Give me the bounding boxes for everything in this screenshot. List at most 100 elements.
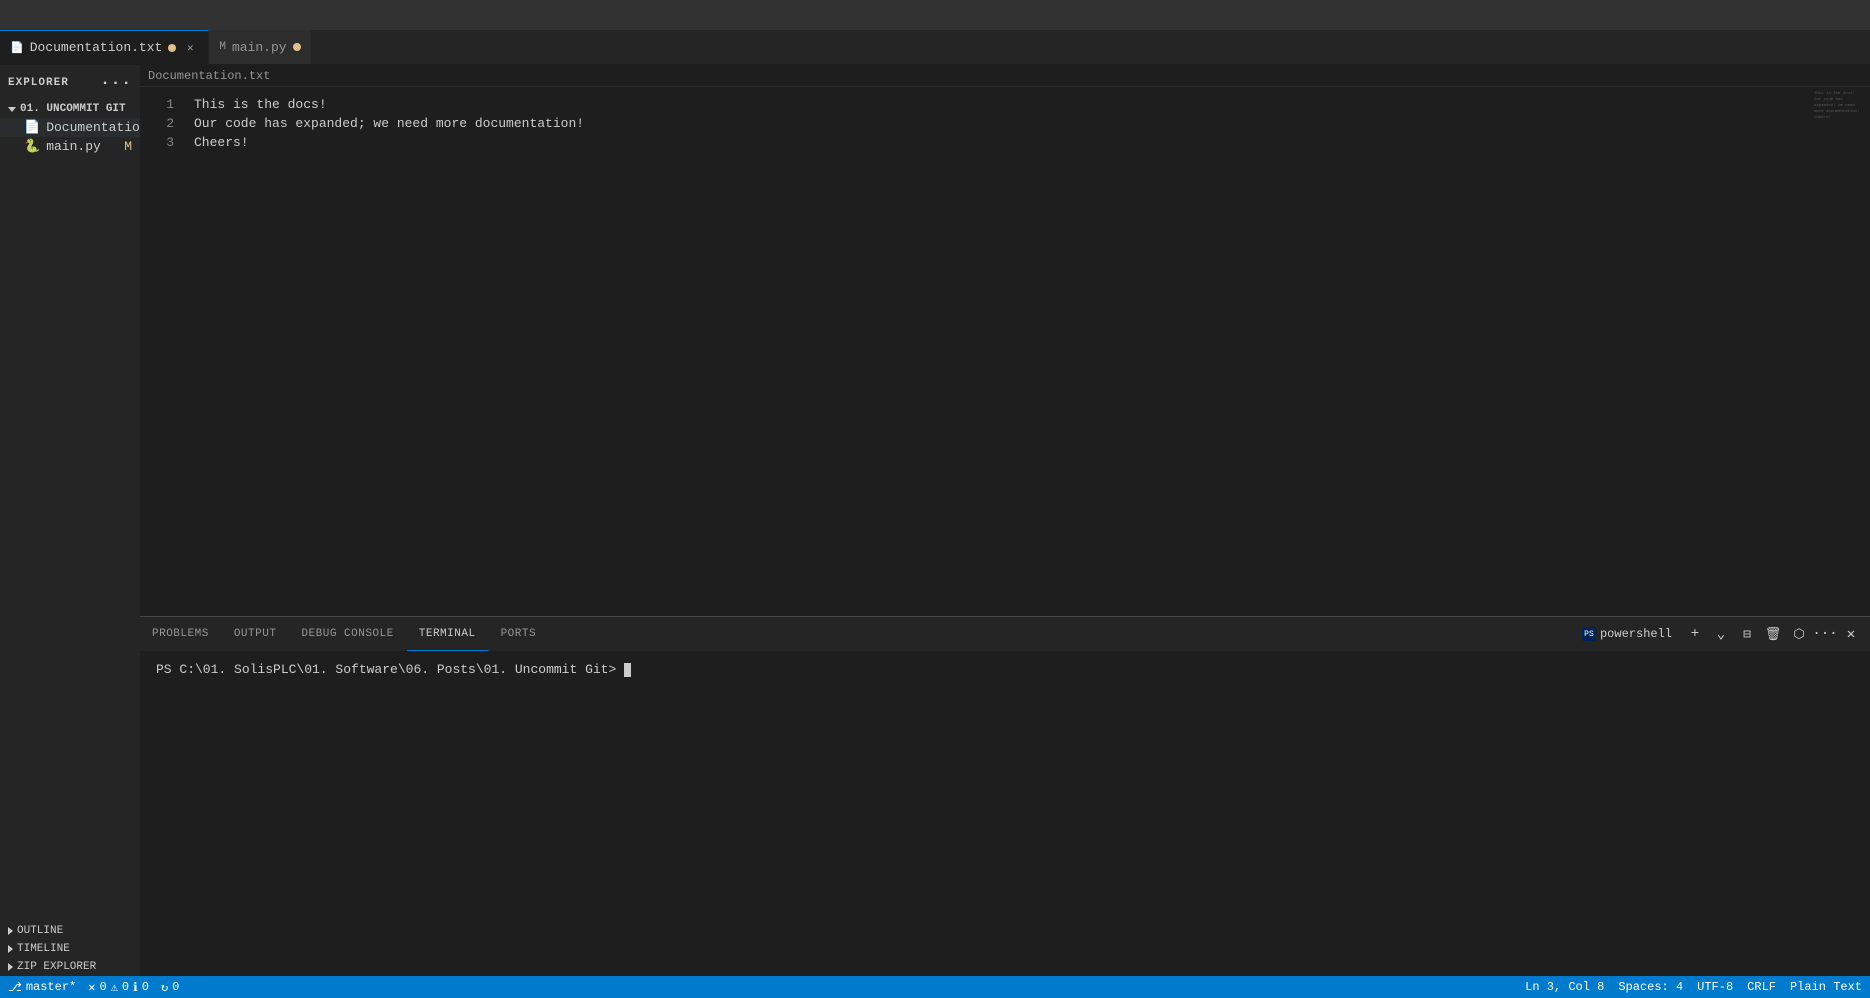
code-line-1: This is the docs! xyxy=(190,95,1810,114)
line-number-1: 1 xyxy=(140,95,174,114)
line-number-3: 3 xyxy=(140,133,174,152)
powershell-icon: PS xyxy=(1582,627,1596,641)
sidebar-title: Explorer xyxy=(8,77,69,89)
tab-close-documentation[interactable]: ✕ xyxy=(182,40,198,56)
file-icon-main-sidebar: 🐍 xyxy=(24,139,40,154)
panel-tabs-row: PROBLEMS OUTPUT DEBUG CONSOLE TERMINAL P… xyxy=(140,617,1870,652)
branch-name: master* xyxy=(26,980,76,994)
tabs-row: 📄 Documentation.txt ✕ M main.py xyxy=(0,30,1870,65)
language-text: Plain Text xyxy=(1790,980,1862,994)
split-terminal-icon[interactable]: ⊟ xyxy=(1736,623,1758,645)
branch-icon: ⎇ xyxy=(8,980,22,995)
code-content[interactable]: This is the docs! Our code has expanded;… xyxy=(190,87,1810,616)
panel-tab-debug-console[interactable]: DEBUG CONSOLE xyxy=(289,617,406,651)
panel-tab-output-label: OUTPUT xyxy=(234,628,277,640)
chevron-down-icon xyxy=(8,107,16,112)
title-bar xyxy=(0,0,1870,30)
terminal-dropdown-icon[interactable]: ⌄ xyxy=(1710,623,1732,645)
sidebar-header: Explorer ··· xyxy=(0,65,140,100)
panel-tab-terminal[interactable]: TERMINAL xyxy=(407,617,489,651)
warning-count: 0 xyxy=(122,980,129,994)
panel-tab-problems[interactable]: PROBLEMS xyxy=(140,617,222,651)
chevron-right-icon-timeline xyxy=(8,945,13,953)
main-area: Explorer ··· 01. UNCOMMIT GIT 📄 Document… xyxy=(0,65,1870,976)
error-icon: ✕ xyxy=(88,980,95,995)
file-icon-main: M xyxy=(219,41,226,53)
modified-indicator-main xyxy=(293,43,301,51)
breadcrumb-text: Documentation.txt xyxy=(148,69,270,83)
line-ending-text: CRLF xyxy=(1747,980,1776,994)
sidebar-file-main[interactable]: 🐍 main.py M xyxy=(0,137,140,156)
status-left: ⎇ master* ✕ 0 ⚠ 0 ℹ 0 ↻ 0 xyxy=(8,980,179,995)
code-line-3: Cheers! xyxy=(190,133,1810,152)
file-name-main: main.py xyxy=(46,139,101,154)
status-branch[interactable]: ⎇ master* xyxy=(8,980,76,995)
panel-tab-output[interactable]: OUTPUT xyxy=(222,617,290,651)
timeline-label: TIMELINE xyxy=(17,943,70,955)
status-right: Ln 3, Col 8 Spaces: 4 UTF-8 CRLF Plain T… xyxy=(1525,980,1862,994)
sidebar-section-git: 01. UNCOMMIT GIT 📄 Documentation... M 🐍 … xyxy=(0,100,140,156)
line-col-text: Ln 3, Col 8 xyxy=(1525,980,1604,994)
panel-tab-debug-label: DEBUG CONSOLE xyxy=(301,628,393,640)
sidebar-bottom: OUTLINE TIMELINE ZIP EXPLORER xyxy=(0,922,140,976)
sidebar-file-documentation[interactable]: 📄 Documentation... M xyxy=(0,118,140,137)
panel-tab-problems-label: PROBLEMS xyxy=(152,628,209,640)
close-panel-icon[interactable]: ✕ xyxy=(1840,623,1862,645)
terminal-cursor xyxy=(624,663,631,677)
sidebar-outline[interactable]: OUTLINE xyxy=(0,922,140,940)
editor-container: Documentation.txt 1 2 3 This is the docs… xyxy=(140,65,1870,976)
status-line-ending[interactable]: CRLF xyxy=(1747,980,1776,994)
sidebar-zip-explorer[interactable]: ZIP EXPLORER xyxy=(0,958,140,976)
terminal-content[interactable]: PS C:\01. SolisPLC\01. Software\06. Post… xyxy=(140,652,1870,976)
breadcrumb: Documentation.txt xyxy=(140,65,1870,87)
status-remote[interactable]: ↻ 0 xyxy=(161,980,179,995)
shell-name: powershell xyxy=(1600,627,1672,641)
panel-actions: PS powershell + ⌄ ⊟ 🗑 ⬡ ··· ✕ xyxy=(1574,617,1870,651)
trash-terminal-icon[interactable]: 🗑 xyxy=(1762,623,1784,645)
status-encoding[interactable]: UTF-8 xyxy=(1697,980,1733,994)
line-number-2: 2 xyxy=(140,114,174,133)
sidebar-header-actions: ··· xyxy=(100,74,132,92)
error-count: 0 xyxy=(99,980,106,994)
line-numbers: 1 2 3 xyxy=(140,87,190,616)
warning-icon: ⚠ xyxy=(111,980,118,995)
chevron-right-icon-outline xyxy=(8,927,13,935)
status-line-col[interactable]: Ln 3, Col 8 xyxy=(1525,980,1604,994)
file-icon-doc: 📄 xyxy=(24,120,40,135)
minimap: This is the docs! Our code has expanded;… xyxy=(1810,87,1870,616)
panel-tab-ports-label: PORTS xyxy=(501,628,537,640)
add-terminal-icon[interactable]: + xyxy=(1684,623,1706,645)
maximize-panel-icon[interactable]: ⬡ xyxy=(1788,623,1810,645)
info-icon: ℹ xyxy=(133,980,138,995)
shell-label: PS powershell xyxy=(1574,627,1680,641)
file-modified-badge-main: M xyxy=(124,139,132,154)
code-line-2: Our code has expanded; we need more docu… xyxy=(190,114,1810,133)
encoding-text: UTF-8 xyxy=(1697,980,1733,994)
panel: PROBLEMS OUTPUT DEBUG CONSOLE TERMINAL P… xyxy=(140,616,1870,976)
sync-icon: ↻ xyxy=(161,980,168,995)
panel-tab-terminal-label: TERMINAL xyxy=(419,628,476,640)
sidebar-more-icon[interactable]: ··· xyxy=(100,74,132,92)
remote-label: 0 xyxy=(172,980,179,994)
status-language[interactable]: Plain Text xyxy=(1790,980,1862,994)
code-editor[interactable]: 1 2 3 This is the docs! Our code has exp… xyxy=(140,87,1870,616)
tab-main[interactable]: M main.py xyxy=(209,30,311,64)
outline-label: OUTLINE xyxy=(17,925,63,937)
status-errors[interactable]: ✕ 0 ⚠ 0 ℹ 0 xyxy=(88,980,149,995)
tab-documentation[interactable]: 📄 Documentation.txt ✕ xyxy=(0,30,209,64)
modified-indicator xyxy=(168,44,176,52)
sidebar-timeline[interactable]: TIMELINE xyxy=(0,940,140,958)
ellipsis-panel-icon[interactable]: ··· xyxy=(1814,623,1836,645)
tab-label-documentation: Documentation.txt xyxy=(30,40,163,55)
status-spaces[interactable]: Spaces: 4 xyxy=(1618,980,1683,994)
spaces-text: Spaces: 4 xyxy=(1618,980,1683,994)
section-label: 01. UNCOMMIT GIT xyxy=(20,103,126,115)
terminal-prompt-text: PS C:\01. SolisPLC\01. Software\06. Post… xyxy=(156,662,624,677)
panel-tab-ports[interactable]: PORTS xyxy=(489,617,550,651)
sidebar-section-title[interactable]: 01. UNCOMMIT GIT xyxy=(0,100,140,118)
sidebar: Explorer ··· 01. UNCOMMIT GIT 📄 Document… xyxy=(0,65,140,976)
zip-label: ZIP EXPLORER xyxy=(17,961,96,973)
chevron-right-icon-zip xyxy=(8,963,13,971)
file-icon: 📄 xyxy=(10,41,24,55)
terminal-prompt: PS C:\01. SolisPLC\01. Software\06. Post… xyxy=(156,660,1854,680)
